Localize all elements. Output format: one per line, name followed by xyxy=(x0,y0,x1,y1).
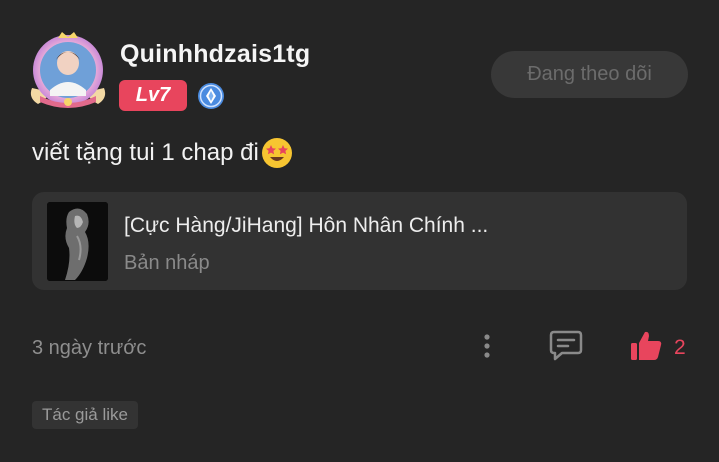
author-like-tag: Tác giả like xyxy=(32,401,138,429)
comment-text: viết tặng tui 1 chap đi xyxy=(32,139,259,166)
avatar-frame-icon xyxy=(30,32,106,108)
more-options-icon[interactable] xyxy=(474,330,500,362)
star-struck-emoji-icon xyxy=(261,138,292,168)
like-count: 2 xyxy=(674,336,686,359)
following-button[interactable]: Đang theo dõi xyxy=(491,51,688,98)
reply-icon[interactable] xyxy=(548,328,584,362)
like-thumb-icon[interactable] xyxy=(628,328,664,364)
comment-body: viết tặng tui 1 chap đi xyxy=(32,137,293,169)
timestamp: 3 ngày trước xyxy=(32,337,147,359)
story-status: Bản nháp xyxy=(124,252,210,274)
story-title: [Cực Hàng/JiHang] Hôn Nhân Chính ... xyxy=(124,214,489,237)
username[interactable]: Quinhhdzais1tg xyxy=(120,40,310,69)
avatar[interactable] xyxy=(26,30,110,110)
diamond-badge-icon xyxy=(197,82,225,110)
story-cover-image xyxy=(47,202,108,281)
level-badge: Lv7 xyxy=(119,80,187,111)
story-card[interactable]: [Cực Hàng/JiHang] Hôn Nhân Chính ... Bản… xyxy=(32,192,687,290)
